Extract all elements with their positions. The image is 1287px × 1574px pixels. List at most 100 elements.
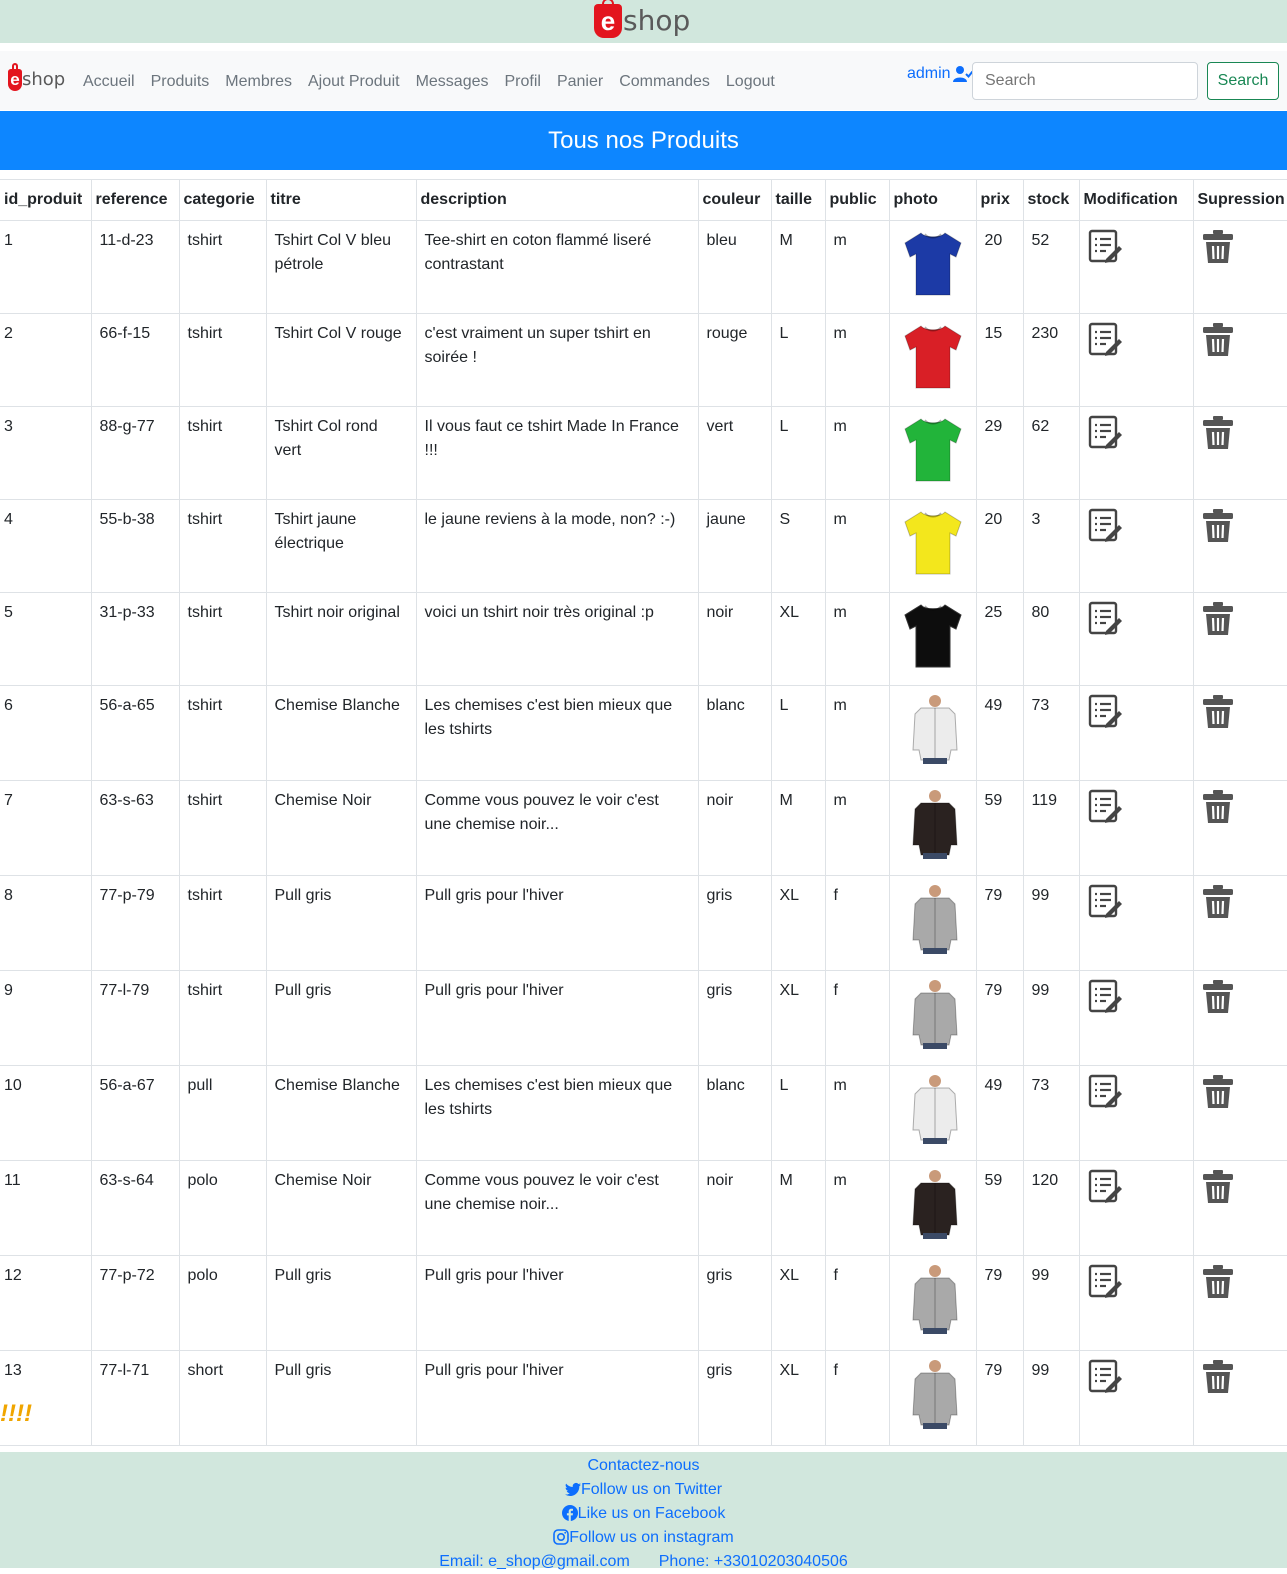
contact-link[interactable]: Contactez-nous — [587, 1457, 699, 1474]
eshop-logo[interactable]: e shop — [594, 0, 691, 38]
nav-link-panier[interactable]: Panier — [557, 72, 603, 92]
nav-link-membres[interactable]: Membres — [225, 72, 292, 92]
cell-supression — [1192, 1350, 1287, 1446]
email-text[interactable]: Email: e_shop@gmail.com — [439, 1553, 630, 1570]
cell-stock: 62 — [1022, 406, 1080, 500]
trash-icon[interactable] — [1202, 508, 1234, 552]
edit-icon[interactable] — [1088, 508, 1122, 552]
cell-description: Pull gris pour l'hiver — [415, 1350, 699, 1446]
edit-icon[interactable] — [1088, 322, 1122, 366]
trash-icon[interactable] — [1202, 694, 1234, 738]
cell-stock: 230 — [1022, 313, 1080, 407]
cell-prix: 79 — [975, 875, 1024, 971]
nav-link-logout[interactable]: Logout — [726, 72, 775, 92]
cell-public: m — [824, 406, 890, 500]
twitter-link[interactable]: Follow us on Twitter — [564, 1481, 723, 1498]
nav-link-ajout-produit[interactable]: Ajout Produit — [308, 72, 400, 92]
search-button[interactable]: Search — [1207, 62, 1279, 100]
search-input[interactable] — [972, 62, 1198, 100]
cell-supression — [1192, 1065, 1287, 1161]
edit-icon[interactable] — [1088, 601, 1122, 645]
cell-taille: XL — [770, 1255, 826, 1351]
cell-photo — [888, 406, 977, 500]
phone-text[interactable]: Phone: +33010203040506 — [659, 1553, 848, 1570]
cell-modification — [1078, 1065, 1194, 1161]
instagram-link[interactable]: Follow us on instagram — [553, 1529, 734, 1546]
edit-icon[interactable] — [1088, 694, 1122, 738]
column-header: reference — [90, 179, 180, 221]
trash-icon[interactable] — [1202, 789, 1234, 833]
cell-reference: 77-l-79 — [90, 970, 180, 1066]
trash-icon[interactable] — [1202, 415, 1234, 459]
cell-modification — [1078, 220, 1194, 314]
column-header: categorie — [178, 179, 267, 221]
table-row: 13 77-l-71 short Pull gris Pull gris pour l'… — [0, 1350, 1287, 1446]
table-row: 1 11-d-23 tshirt Tshirt Col V bleu pétrole T… — [0, 220, 1287, 314]
trash-icon[interactable] — [1202, 601, 1234, 645]
tshirt-product-image — [901, 229, 965, 305]
trash-icon[interactable] — [1202, 322, 1234, 366]
trash-icon[interactable] — [1202, 1169, 1234, 1213]
trash-icon[interactable] — [1202, 1074, 1234, 1118]
facebook-link[interactable]: Like us on Facebook — [561, 1505, 725, 1522]
cell-id: 1 — [0, 220, 92, 314]
shirt-product-image — [907, 1359, 963, 1437]
cell-titre: Chemise Noir — [265, 1160, 417, 1256]
navbar-brand-logo[interactable]: e shop — [8, 63, 66, 91]
trash-icon[interactable] — [1202, 1264, 1234, 1308]
edit-icon[interactable] — [1088, 789, 1122, 833]
nav-link-profil[interactable]: Profil — [505, 72, 541, 92]
nav-link-accueil[interactable]: Accueil — [83, 72, 135, 92]
cell-public: f — [824, 1350, 890, 1446]
edit-icon[interactable] — [1088, 415, 1122, 459]
edit-icon[interactable] — [1088, 1359, 1122, 1403]
table-row: 6 56-a-65 tshirt Chemise Blanche Les chemise… — [0, 685, 1287, 781]
nav-link-produits[interactable]: Produits — [151, 72, 210, 92]
navbar-brand-word: shop — [22, 69, 66, 90]
cell-stock: 3 — [1022, 499, 1080, 593]
column-header: titre — [265, 179, 417, 221]
cell-photo — [888, 1350, 977, 1446]
cell-prix: 15 — [975, 313, 1024, 407]
trash-icon[interactable] — [1202, 1359, 1234, 1403]
edit-icon[interactable] — [1088, 229, 1122, 273]
cell-supression — [1192, 406, 1287, 500]
footer-contact-line: Contactez-nous — [0, 1454, 1287, 1478]
trash-icon[interactable] — [1202, 229, 1234, 273]
cell-taille: XL — [770, 875, 826, 971]
edit-icon[interactable] — [1088, 1264, 1122, 1308]
tshirt-product-image — [901, 508, 965, 584]
cell-supression — [1192, 1160, 1287, 1256]
nav-links: Accueil Produits Membres Ajout Produit M… — [83, 72, 791, 92]
cell-prix: 79 — [975, 970, 1024, 1066]
nav-link-commandes[interactable]: Commandes — [619, 72, 710, 92]
edit-icon[interactable] — [1088, 884, 1122, 928]
shirt-product-image — [907, 884, 963, 962]
cell-stock: 73 — [1022, 685, 1080, 781]
trash-icon[interactable] — [1202, 979, 1234, 1023]
cell-stock: 80 — [1022, 592, 1080, 686]
cell-categorie: polo — [178, 1255, 267, 1351]
cell-categorie: tshirt — [178, 313, 267, 407]
user-check-icon — [952, 66, 973, 82]
edit-icon[interactable] — [1088, 979, 1122, 1023]
cell-id: 3 — [0, 406, 92, 500]
cell-taille: M — [770, 1160, 826, 1256]
username-label: admin — [907, 65, 951, 82]
cell-categorie: pull — [178, 1065, 267, 1161]
nav-link-messages[interactable]: Messages — [416, 72, 489, 92]
cell-prix: 79 — [975, 1350, 1024, 1446]
footer-twitter-line: Follow us on Twitter — [0, 1478, 1287, 1502]
edit-icon[interactable] — [1088, 1169, 1122, 1213]
cell-id: 2 — [0, 313, 92, 407]
trash-icon[interactable] — [1202, 884, 1234, 928]
logo-word: shop — [623, 4, 691, 37]
table-row: 11 63-s-64 polo Chemise Noir Comme vous pouv… — [0, 1160, 1287, 1256]
shopping-bag-icon: e — [8, 63, 22, 91]
twitter-label: Follow us on Twitter — [580, 1481, 723, 1498]
edit-icon[interactable] — [1088, 1074, 1122, 1118]
cell-supression — [1192, 685, 1287, 781]
user-menu[interactable]: admin — [907, 65, 973, 83]
table-row: 8 77-p-79 tshirt Pull gris Pull gris pour l'… — [0, 875, 1287, 971]
cell-description: Les chemises c'est bien mieux que les ts… — [415, 1065, 699, 1161]
